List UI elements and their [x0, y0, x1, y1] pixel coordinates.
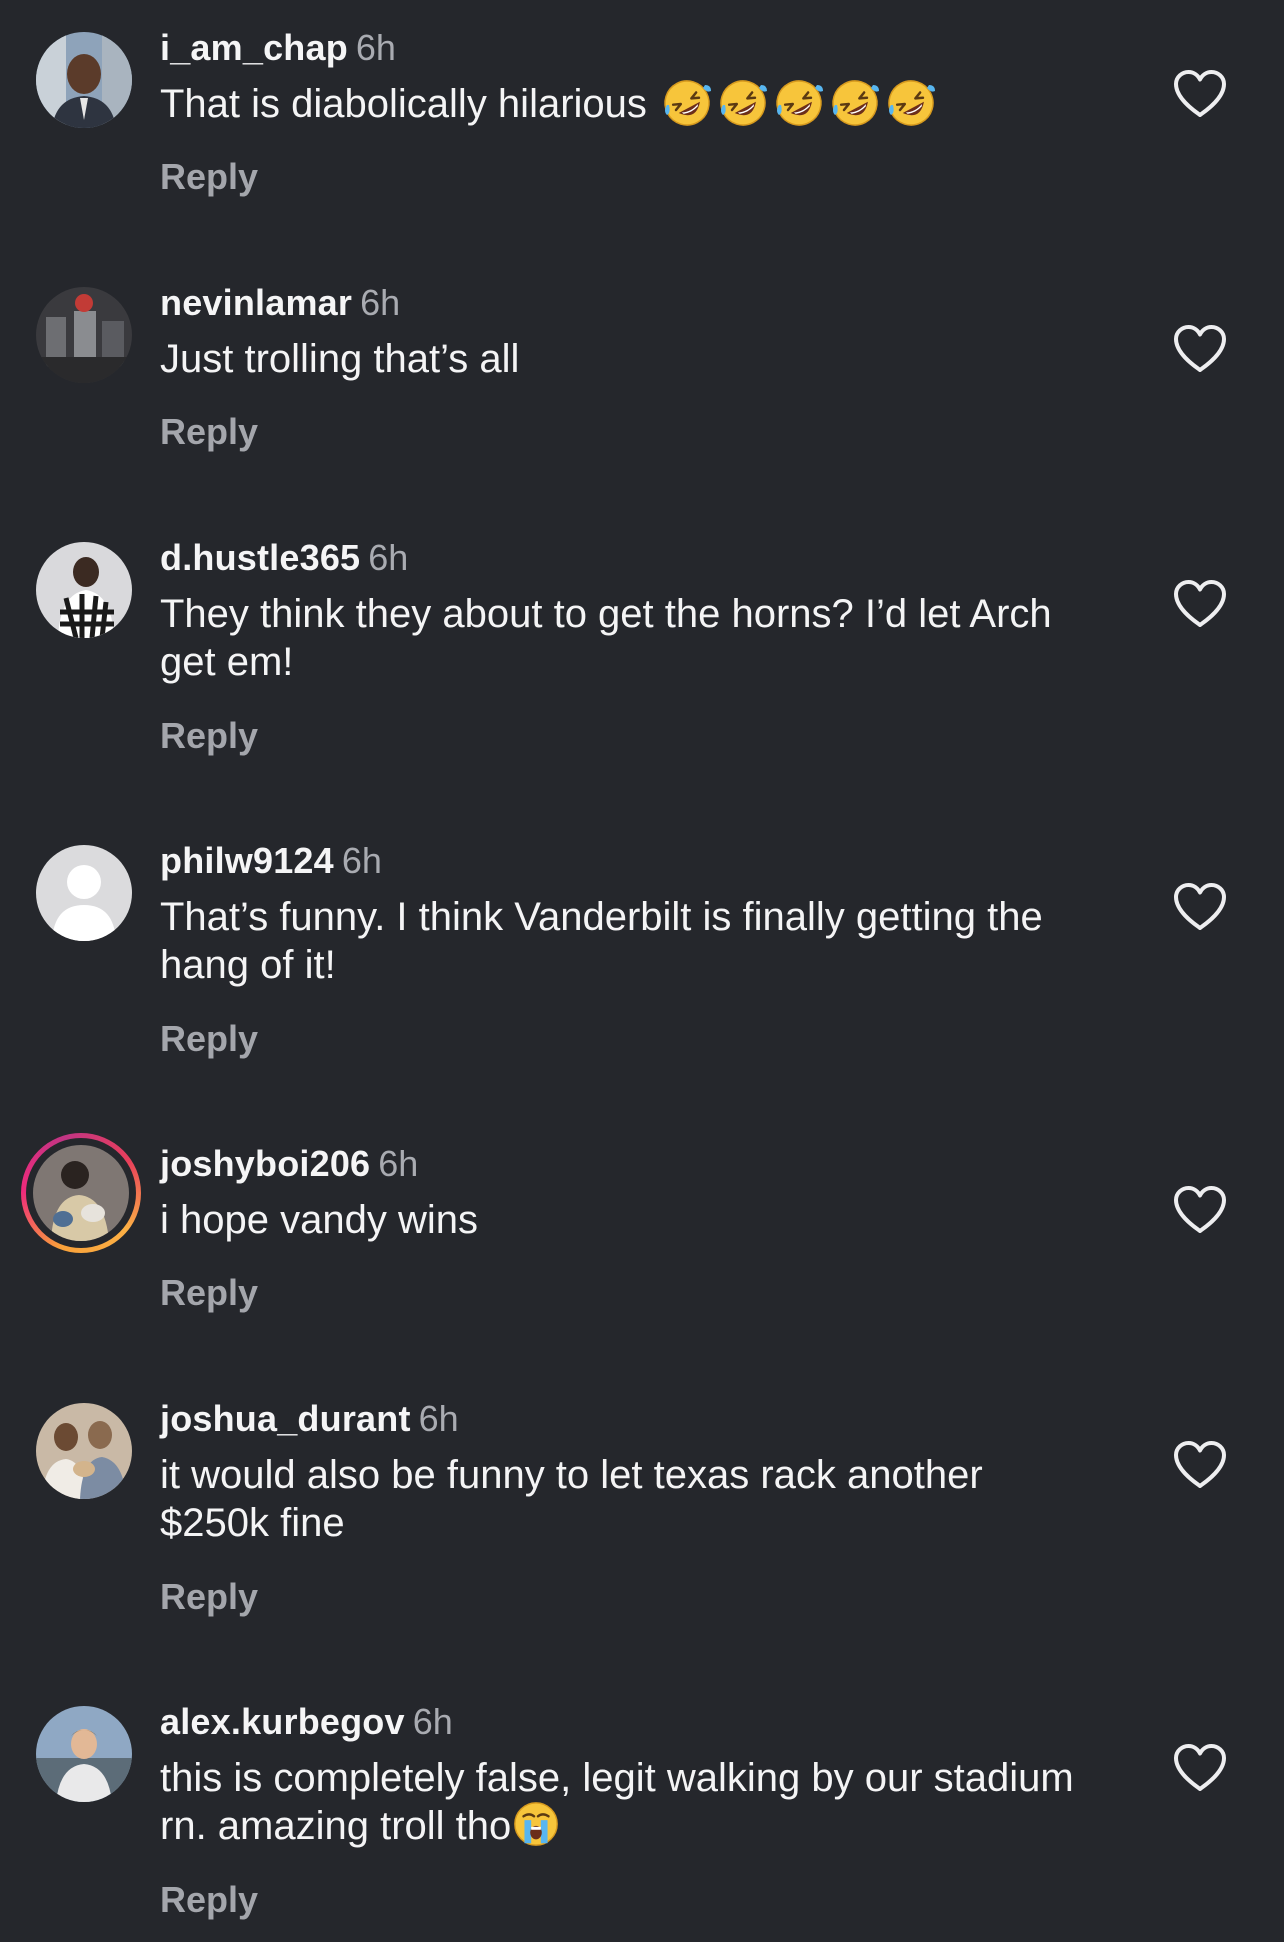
emoji-group — [661, 76, 941, 128]
reply-button[interactable]: Reply — [160, 1878, 258, 1922]
heart-icon[interactable] — [1172, 68, 1228, 120]
heart-icon[interactable] — [1172, 1439, 1228, 1491]
comment-body: They think they about to get the horns? … — [160, 592, 1052, 684]
comment-body: it would also be funny to let texas rack… — [160, 1453, 983, 1545]
loudly-crying-emoji-icon — [511, 1799, 561, 1849]
comment-header: joshua_durant 6h — [160, 1397, 459, 1441]
story-avatar[interactable] — [21, 1133, 141, 1253]
timestamp: 6h — [378, 1143, 419, 1184]
timestamp: 6h — [418, 1398, 459, 1439]
comment-item: philw9124 6h That’s funny. I think Vander… — [0, 813, 1284, 1116]
comment-body: this is completely false, legit walking … — [160, 1756, 1074, 1848]
comment-item: joshua_durant 6h it would also be funny t… — [0, 1371, 1284, 1674]
reply-button[interactable]: Reply — [160, 1271, 258, 1315]
comment-item: i_am_chap 6h That is diabolically hilario… — [0, 0, 1284, 255]
username[interactable]: i_am_chap — [160, 27, 348, 68]
heart-icon[interactable] — [1172, 578, 1228, 630]
rofl-emoji-icon — [885, 77, 937, 129]
username[interactable]: joshua_durant — [160, 1398, 411, 1439]
timestamp: 6h — [412, 1701, 453, 1742]
rofl-emoji-icon — [717, 77, 769, 129]
rofl-emoji-icon — [773, 77, 825, 129]
avatar[interactable] — [36, 845, 132, 941]
username[interactable]: nevinlamar — [160, 282, 352, 323]
comment-header: nevinlamar 6h — [160, 281, 400, 325]
comment-item: alex.kurbegov 6h this is completely false… — [0, 1674, 1284, 1942]
reply-button[interactable]: Reply — [160, 714, 258, 758]
reply-button[interactable]: Reply — [160, 410, 258, 454]
comment-text: That is diabolically hilarious — [160, 80, 1080, 132]
heart-icon[interactable] — [1172, 323, 1228, 375]
comment-header: joshyboi206 6h — [160, 1142, 418, 1186]
heart-icon[interactable] — [1172, 881, 1228, 933]
comment-item: d.hustle365 6h They think they about to g… — [0, 510, 1284, 813]
comment-text: They think they about to get the horns? … — [160, 590, 1080, 686]
comment-text: this is completely false, legit walking … — [160, 1754, 1080, 1853]
avatar[interactable] — [36, 287, 132, 383]
rofl-emoji-icon — [829, 77, 881, 129]
comment-body: i hope vandy wins — [160, 1198, 478, 1242]
timestamp: 6h — [360, 282, 401, 323]
avatar[interactable] — [36, 1403, 132, 1499]
avatar[interactable] — [36, 542, 132, 638]
comments-list: i_am_chap 6h That is diabolically hilario… — [0, 0, 1284, 1942]
comment-text: it would also be funny to let texas rack… — [160, 1451, 1080, 1547]
comment-header: d.hustle365 6h — [160, 536, 408, 580]
heart-icon[interactable] — [1172, 1184, 1228, 1236]
reply-button[interactable]: Reply — [160, 155, 258, 199]
username[interactable]: d.hustle365 — [160, 537, 360, 578]
comment-body: Just trolling that’s all — [160, 337, 520, 381]
comment-header: alex.kurbegov 6h — [160, 1700, 453, 1744]
avatar — [33, 1145, 129, 1241]
username[interactable]: philw9124 — [160, 840, 334, 881]
username[interactable]: joshyboi206 — [160, 1143, 370, 1184]
reply-button[interactable]: Reply — [160, 1017, 258, 1061]
timestamp: 6h — [355, 27, 396, 68]
rofl-emoji-icon — [661, 77, 713, 129]
heart-icon[interactable] — [1172, 1742, 1228, 1794]
username[interactable]: alex.kurbegov — [160, 1701, 405, 1742]
comment-item: nevinlamar 6h Just trolling that’s all Re… — [0, 255, 1284, 510]
comment-text: That’s funny. I think Vanderbilt is fina… — [160, 893, 1080, 989]
comment-text: Just trolling that’s all — [160, 335, 1080, 383]
avatar[interactable] — [36, 1706, 132, 1802]
timestamp: 6h — [341, 840, 382, 881]
comment-header: philw9124 6h — [160, 839, 382, 883]
avatar[interactable] — [36, 32, 132, 128]
reply-button[interactable]: Reply — [160, 1575, 258, 1619]
comment-body: That is diabolically hilarious — [160, 82, 647, 126]
comment-header: i_am_chap 6h — [160, 26, 396, 70]
comment-text: i hope vandy wins — [160, 1196, 1080, 1244]
timestamp: 6h — [368, 537, 409, 578]
comment-item: joshyboi206 6h i hope vandy wins Reply — [0, 1116, 1284, 1371]
comment-body: That’s funny. I think Vanderbilt is fina… — [160, 895, 1043, 987]
